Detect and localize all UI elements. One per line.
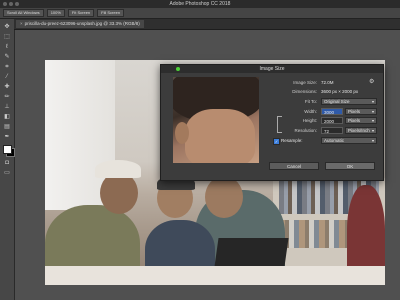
zoom-100-button[interactable]: 100% (46, 9, 65, 17)
title-bar: Adobe Photoshop CC 2018 (0, 0, 400, 8)
height-unit-value: Pixels (348, 118, 361, 123)
quick-select-icon[interactable]: ✎ (3, 53, 11, 61)
gradient-icon[interactable]: ▤ (3, 123, 11, 131)
width-unit-value: Pixels (348, 109, 361, 114)
resolution-field[interactable]: 72 (321, 127, 343, 134)
move-icon[interactable]: ✥ (3, 23, 11, 31)
document-tab-bar: × priscilla-du-preez-623096-unsplash.jpg … (14, 19, 400, 30)
pen-icon[interactable]: ✒ (3, 133, 11, 141)
chevron-down-icon: ▾ (371, 99, 374, 104)
zoom-window-icon[interactable] (15, 2, 19, 6)
close-window-icon[interactable] (3, 2, 7, 6)
chevron-down-icon: ▾ (371, 109, 374, 114)
cancel-button[interactable]: Cancel (269, 162, 319, 170)
image-preview[interactable] (173, 77, 259, 163)
person-center-head (205, 176, 243, 218)
height-unit-select[interactable]: Pixels ▾ (345, 117, 377, 124)
resample-select[interactable]: Automatic ▾ (321, 137, 377, 144)
image-size-dialog: Image Size Image Size: 72.0M ⚙ Dimension… (160, 64, 384, 181)
dialog-zoom-button[interactable] (176, 67, 180, 71)
healing-icon[interactable]: ✚ (3, 83, 11, 91)
fit-to-select[interactable]: Original Size ▾ (321, 98, 377, 105)
eyedropper-icon[interactable]: ⁄ (3, 73, 11, 81)
ok-button[interactable]: OK (325, 162, 375, 170)
window-controls[interactable] (3, 2, 19, 6)
person-left-cap (95, 160, 141, 178)
width-field[interactable]: 3000 (321, 108, 343, 115)
minimize-window-icon[interactable] (9, 2, 13, 6)
dialog-title-bar: Image Size (161, 65, 383, 73)
tools-panel: ✥ ⬚ ℓ ✎ ⌗ ⁄ ✚ ✏ ⊥ ◧ ▤ ✒ ◘ ▭ (0, 19, 15, 300)
image-size-label: Image Size: (293, 80, 317, 85)
crop-icon[interactable]: ⌗ (3, 63, 11, 71)
document-tab[interactable]: × priscilla-du-preez-623096-unsplash.jpg … (16, 20, 144, 28)
document-tab-label: priscilla-du-preez-623096-unsplash.jpg @… (24, 21, 140, 26)
height-field[interactable]: 2000 (321, 117, 343, 124)
fill-screen-button[interactable]: Fill Screen (97, 9, 125, 17)
resample-value: Automatic (324, 138, 345, 143)
dimensions-value: 3600 px × 2000 px (321, 89, 359, 94)
resolution-label: Resolution: (294, 128, 317, 133)
resample-checkbox[interactable]: ✓ (273, 138, 280, 145)
dimensions-label: Dimensions: (292, 89, 317, 94)
chevron-down-icon: ▾ (371, 138, 374, 143)
preview-face (185, 109, 255, 163)
width-unit-select[interactable]: Pixels ▾ (345, 108, 377, 115)
table (45, 266, 385, 285)
scroll-all-windows-checkbox[interactable]: Scroll All Windows (3, 9, 44, 17)
resample-label: Resample: (281, 138, 303, 143)
dialog-title: Image Size (259, 66, 285, 72)
app-title: Adobe Photoshop CC 2018 (169, 1, 231, 7)
foreground-color-swatch[interactable] (3, 145, 12, 154)
preview-ear (175, 122, 189, 144)
brush-icon[interactable]: ✏ (3, 93, 11, 101)
close-tab-icon[interactable]: × (20, 21, 23, 26)
stamp-icon[interactable]: ⊥ (3, 103, 11, 111)
chevron-down-icon: ▾ (371, 118, 374, 123)
eraser-icon[interactable]: ◧ (3, 113, 11, 121)
options-bar: Scroll All Windows 100% Fit Screen Fill … (0, 8, 400, 19)
image-size-value: 72.0M (321, 80, 334, 85)
quick-mask-icon[interactable]: ◘ (3, 159, 11, 167)
resolution-unit-select[interactable]: Pixels/Inch ▾ (345, 127, 377, 134)
gear-icon[interactable]: ⚙ (369, 78, 374, 85)
fit-to-label: Fit To: (304, 99, 317, 104)
resolution-unit-value: Pixels/Inch (348, 128, 370, 133)
lasso-icon[interactable]: ℓ (3, 43, 11, 51)
fit-screen-button[interactable]: Fit Screen (67, 9, 95, 17)
marquee-icon[interactable]: ⬚ (3, 33, 11, 41)
screen-mode-icon[interactable]: ▭ (3, 169, 11, 177)
width-label: Width: (304, 109, 317, 114)
chevron-down-icon: ▾ (371, 128, 374, 133)
person-left-head (100, 172, 138, 214)
height-label: Height: (302, 118, 317, 123)
fit-to-value: Original Size (324, 99, 350, 104)
